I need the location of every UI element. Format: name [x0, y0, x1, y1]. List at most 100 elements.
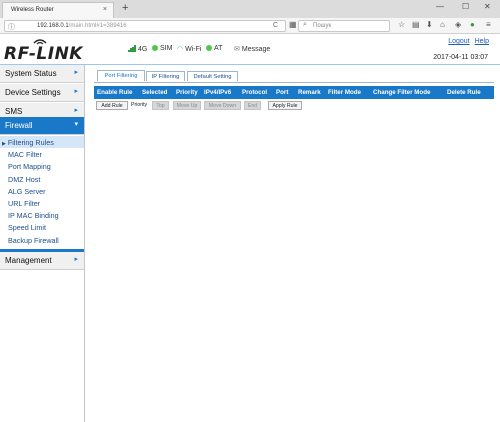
home-icon[interactable]: ⌂ — [440, 20, 445, 29]
extension-icon[interactable]: ● — [470, 20, 475, 29]
sidebar-item-speed-limit[interactable]: Speed Limit — [0, 221, 84, 233]
at-status: AT — [206, 45, 222, 52]
reload-icon[interactable]: C — [273, 22, 278, 29]
sidebar-item-label: System Status — [5, 69, 57, 78]
message-icon: ✉ — [234, 46, 240, 53]
star-icon[interactable]: ☆ — [398, 20, 405, 29]
column-header: Protocol — [242, 89, 268, 96]
browser-tab-title: Wireless Router — [11, 7, 54, 13]
logout-link[interactable]: Logout — [448, 38, 469, 45]
column-header: Priority — [176, 89, 198, 96]
sidebar-item-dmz-host[interactable]: DMZ Host — [0, 173, 84, 185]
url-host: 192.168.0.1 — [37, 23, 69, 29]
move-up-button[interactable]: Move Up — [173, 101, 201, 110]
menu-icon[interactable]: ≡ — [486, 20, 491, 29]
sidebar-item-ip-mac-binding[interactable]: IP MAC Binding — [0, 209, 84, 221]
submenu-label: Speed Limit — [8, 223, 46, 233]
submenu-label: DMZ Host — [8, 174, 41, 184]
tab-port-filtering[interactable]: Port Filtering — [97, 70, 145, 81]
chevron-right-icon: ▸ — [74, 88, 78, 95]
sidebar-item-label: Device Settings — [5, 88, 61, 97]
sidebar-item-label: Firewall — [5, 121, 33, 130]
sidebar-item-device-settings[interactable]: Device Settings ▸ — [0, 84, 84, 102]
pocket-icon[interactable]: ◈ — [455, 20, 461, 29]
tab-default-setting[interactable]: Default Setting — [187, 71, 238, 81]
sidebar-item-system-status[interactable]: System Status ▸ — [0, 65, 84, 83]
signal-icon — [128, 45, 136, 52]
at-label: AT — [214, 45, 223, 52]
firewall-submenu: ▶ Filtering Rules MAC Filter Port Mapping… — [0, 136, 84, 246]
tab-ip-filtering[interactable]: IP Filtering — [146, 71, 185, 81]
wifi-label: Wi-Fi — [185, 46, 202, 53]
chevron-down-icon: ▾ — [74, 121, 78, 128]
tab-underline — [94, 82, 494, 83]
column-header: Change Filter Mode — [373, 89, 431, 96]
column-header: Delete Rule — [447, 89, 481, 96]
submenu-label: Backup Firewall — [8, 235, 59, 245]
top-links: Logout Help — [445, 38, 489, 45]
sidebar-item-filtering-rules[interactable]: ▶ Filtering Rules — [0, 136, 84, 149]
download-icon[interactable]: ⬇ — [426, 20, 433, 29]
submenu-label: URL Filter — [8, 198, 41, 208]
help-link[interactable]: Help — [475, 38, 489, 45]
network-status: 4G — [128, 45, 147, 53]
message-label: Message — [241, 46, 271, 53]
rf-link-logo: RF-LINK — [4, 36, 84, 64]
column-header: Enable Rule — [97, 89, 133, 96]
rule-actions: Add Rule Priority Top Move Up Move Down … — [94, 101, 494, 111]
search-icon: ⌕ — [303, 21, 307, 28]
submenu-label: Filtering Rules — [7, 138, 54, 147]
end-button[interactable]: End — [244, 101, 261, 110]
rules-table-header: Enable Rule Selected Priority IPv4/IPv6 … — [94, 86, 494, 99]
column-header: Filter Mode — [328, 89, 362, 96]
info-icon[interactable]: ⓘ — [8, 22, 15, 32]
column-header: Selected — [142, 89, 168, 96]
page-actions-icon[interactable]: ▦ — [289, 20, 297, 29]
sidebar: System Status ▸ Device Settings ▸ SMS ▸ … — [0, 65, 85, 422]
move-down-button[interactable]: Move Down — [204, 101, 241, 110]
apply-rule-button[interactable]: Apply Rule — [268, 101, 302, 110]
close-tab-icon[interactable]: × — [103, 6, 107, 13]
sim-label: SIM — [160, 45, 173, 52]
sidebar-item-management[interactable]: Management ▸ — [0, 252, 84, 270]
sidebar-item-label: SMS — [5, 107, 23, 116]
sim-status: SIM — [152, 45, 172, 52]
browser-toolbar: ⓘ 192.168.0.1/main.html#1=389416 C ▦ ⌕ П… — [0, 18, 500, 34]
address-bar[interactable]: ⓘ 192.168.0.1/main.html#1=389416 C — [4, 20, 286, 32]
top-button[interactable]: Top — [152, 101, 169, 110]
date-time: 2017-04-11 03:07 — [433, 54, 488, 61]
browser-tab[interactable]: Wireless Router × — [2, 2, 114, 18]
chevron-right-icon: ▸ — [74, 256, 78, 263]
chevron-right-icon: ▸ — [74, 107, 78, 114]
submenu-label: MAC Filter — [8, 150, 42, 160]
sidebar-item-backup-firewall[interactable]: Backup Firewall — [0, 234, 84, 246]
window-close-icon[interactable]: ✕ — [484, 2, 491, 11]
minimize-icon[interactable]: — — [436, 2, 444, 11]
submenu-label: ALG Server — [8, 186, 46, 196]
at-status-icon — [206, 45, 212, 51]
sidebar-item-alg-server[interactable]: ALG Server — [0, 185, 84, 197]
search-input[interactable]: ⌕ Пошук — [298, 20, 390, 32]
network-label: 4G — [138, 46, 148, 53]
sidebar-item-firewall[interactable]: Firewall ▾ — [0, 117, 84, 135]
reading-list-icon[interactable]: ▤ — [412, 20, 420, 29]
sidebar-item-url-filter[interactable]: URL Filter — [0, 197, 84, 209]
url-path: /main.html#1=389416 — [68, 23, 127, 29]
add-rule-button[interactable]: Add Rule — [96, 101, 128, 110]
column-header: Remark — [298, 89, 321, 96]
priority-label: Priority — [131, 102, 148, 108]
selected-arrow-icon: ▶ — [2, 141, 6, 147]
column-header: Port — [276, 89, 289, 96]
logo-text: RF-LINK — [4, 44, 83, 64]
search-placeholder: Пошук — [313, 23, 332, 29]
maximize-icon[interactable]: ☐ — [462, 2, 469, 11]
message-status[interactable]: ✉ Message — [234, 45, 270, 53]
wifi-icon: ◠ — [177, 46, 184, 53]
sidebar-item-mac-filter[interactable]: MAC Filter — [0, 148, 84, 160]
sidebar-item-port-mapping[interactable]: Port Mapping — [0, 160, 84, 172]
column-header: IPv4/IPv6 — [204, 89, 232, 96]
submenu-label: Port Mapping — [8, 162, 51, 172]
new-tab-icon[interactable]: + — [122, 2, 128, 14]
browser-tab-strip: Wireless Router × + — ☐ ✕ — [0, 0, 500, 18]
wifi-status: ◠ Wi-Fi — [177, 45, 201, 53]
